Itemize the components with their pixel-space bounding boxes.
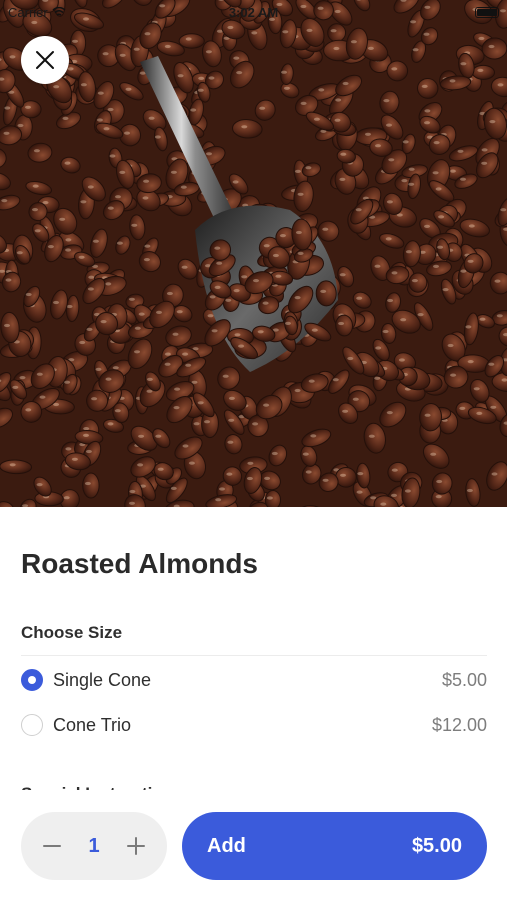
size-option-single-cone[interactable]: Single Cone $5.00 (21, 660, 487, 700)
choose-size-title: Choose Size (21, 623, 123, 642)
divider (21, 655, 487, 656)
radio-selected[interactable] (21, 669, 43, 691)
close-icon (36, 51, 54, 69)
status-bar: Carrier 3:02 AM (0, 0, 507, 24)
product-title: Roasted Almonds (21, 548, 258, 579)
add-label: Add (207, 834, 246, 857)
close-button[interactable] (21, 36, 69, 84)
decrement-button[interactable] (41, 835, 63, 857)
product-image (0, 0, 507, 507)
option-price: $5.00 (441, 669, 487, 690)
bottom-action-bar: 1 Add $5.00 (0, 790, 507, 900)
quantity-value: 1 (88, 834, 100, 857)
minus-icon (43, 845, 61, 847)
quantity-stepper: 1 (21, 812, 167, 880)
radio-unselected[interactable] (21, 714, 43, 736)
option-label: Cone Trio (53, 714, 132, 735)
increment-button[interactable] (125, 835, 147, 857)
add-to-cart-button[interactable]: Add $5.00 (182, 812, 487, 880)
status-time: 3:02 AM (228, 4, 279, 20)
battery-icon (475, 6, 499, 18)
option-price: $12.00 (431, 714, 487, 735)
size-option-cone-trio[interactable]: Cone Trio $12.00 (21, 705, 487, 745)
option-label: Single Cone (53, 669, 152, 690)
almonds-photo (0, 0, 507, 507)
plus-icon (127, 837, 145, 855)
add-price: $5.00 (411, 834, 462, 857)
